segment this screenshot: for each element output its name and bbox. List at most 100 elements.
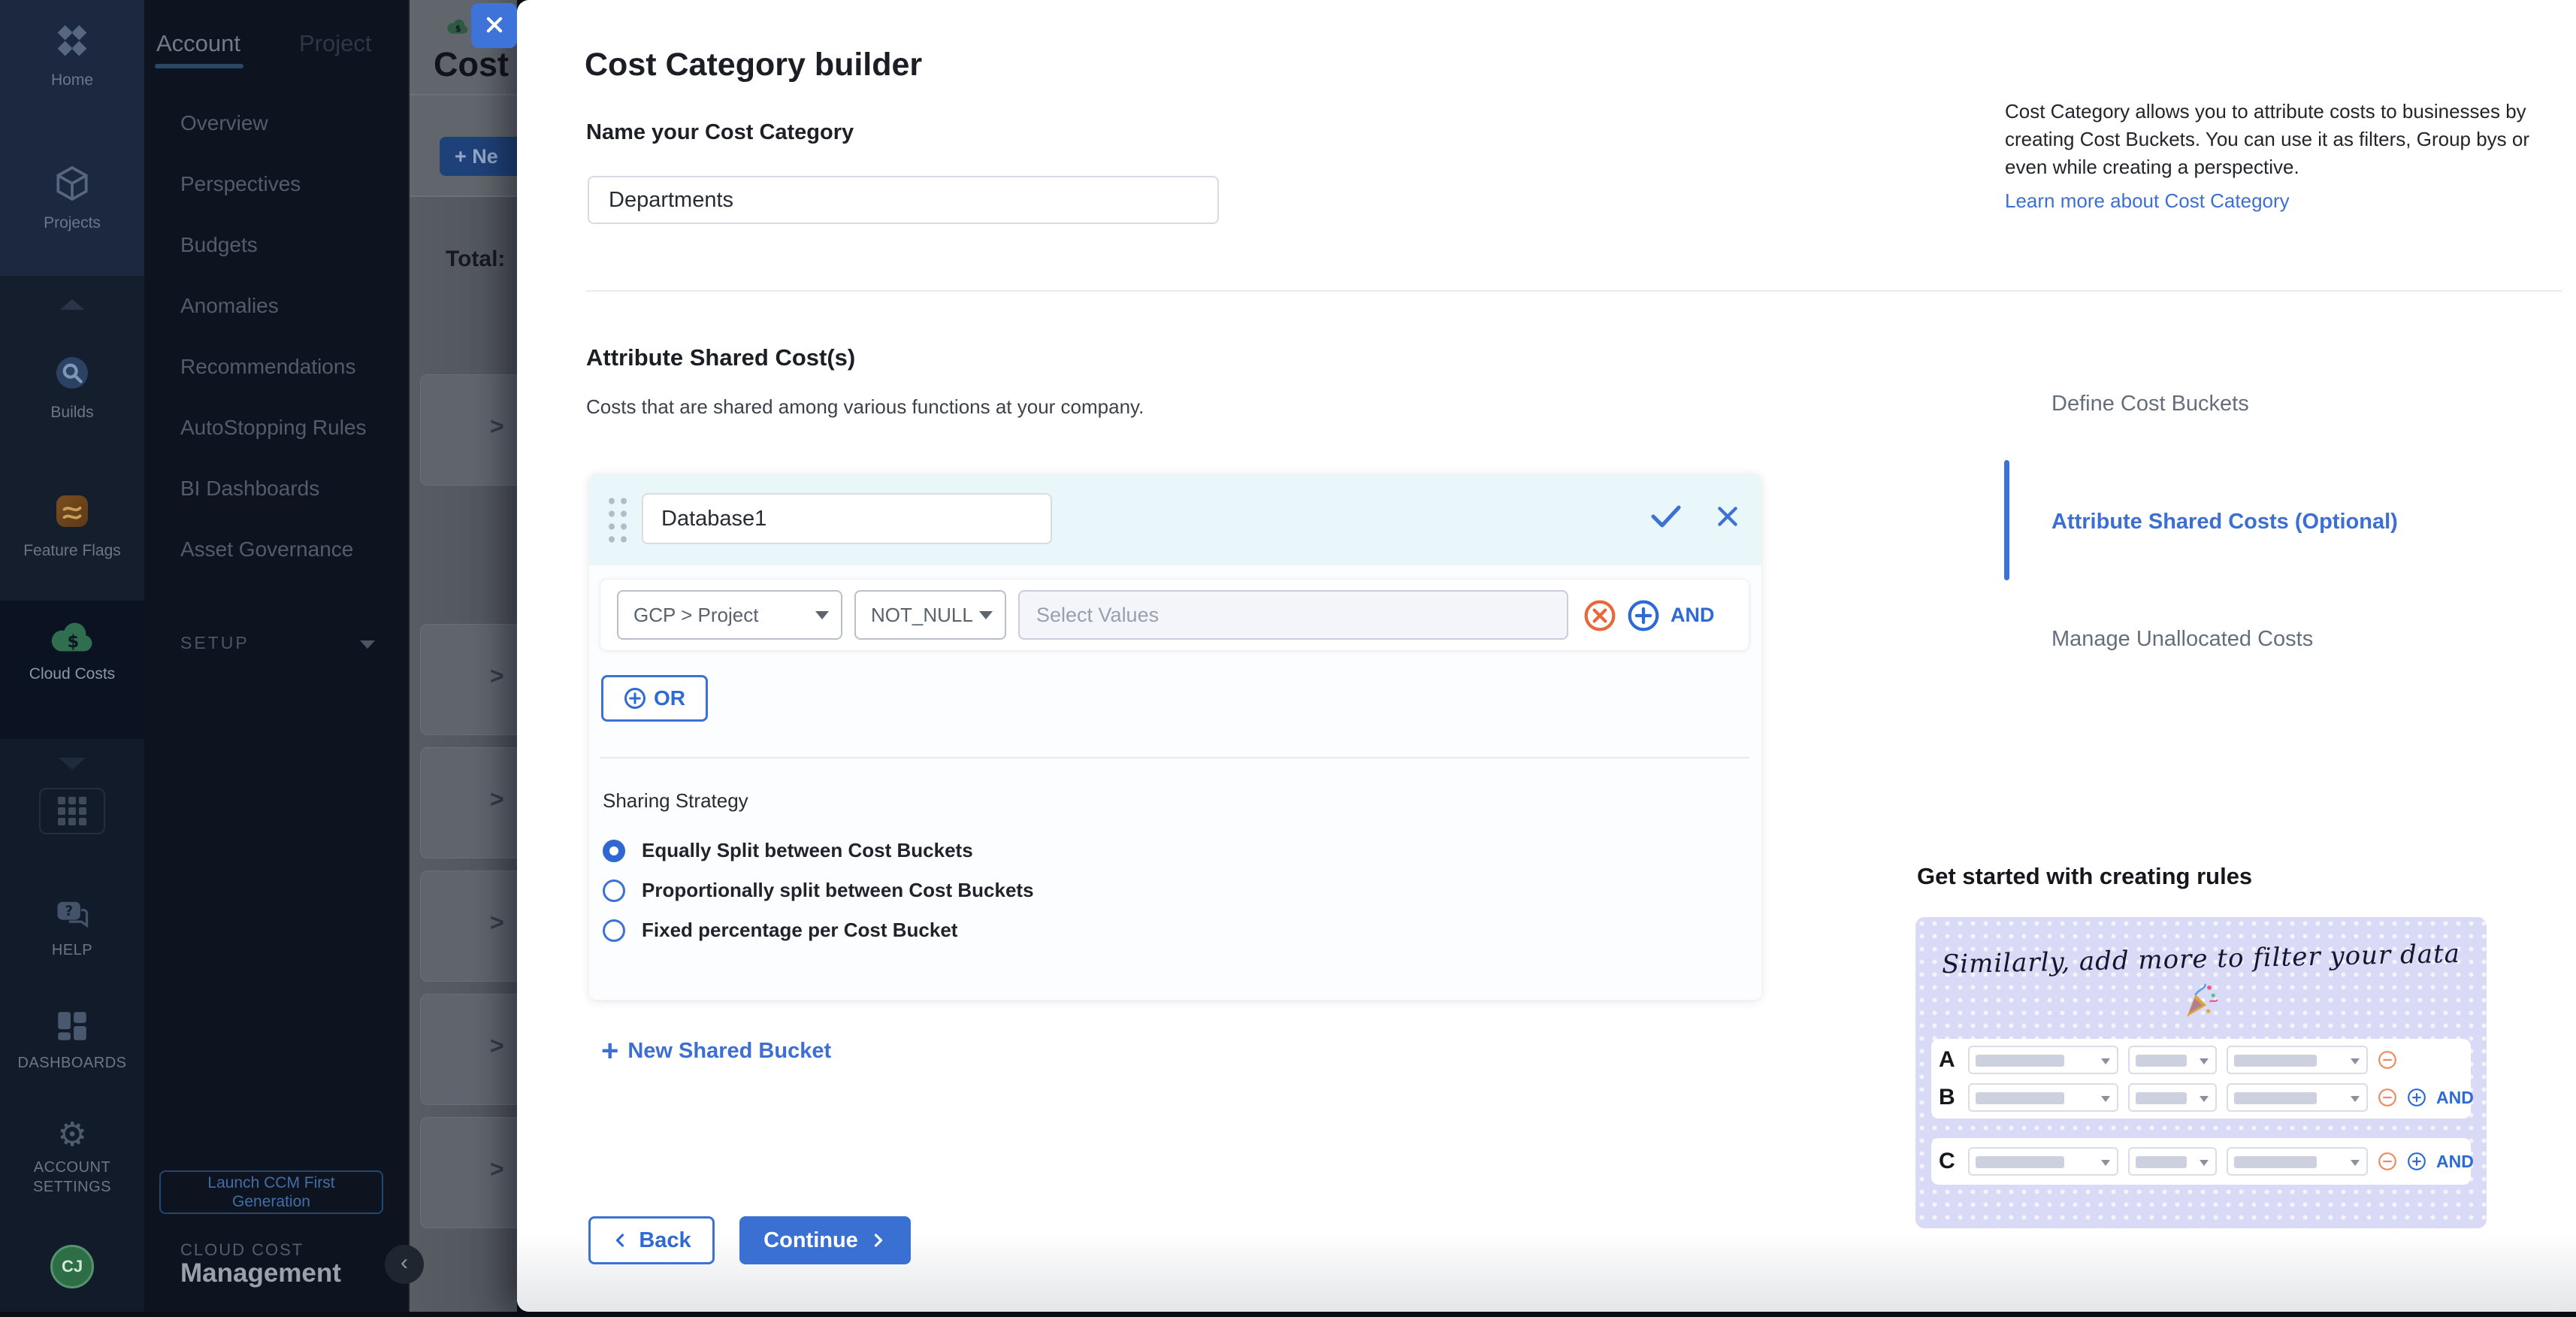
rail-scroll-up[interactable] <box>0 299 144 310</box>
table-row[interactable]: > <box>420 994 517 1105</box>
sidebar-collapse-button[interactable]: ‹ <box>385 1245 424 1284</box>
operator-select <box>2128 1046 2217 1074</box>
sidebar-section-setup[interactable]: SETUP <box>180 633 249 653</box>
check-icon <box>1650 504 1682 529</box>
remove-condition-button[interactable] <box>1583 599 1616 636</box>
app-root: Home Projects Builds <box>0 0 2576 1317</box>
remove-bucket-button[interactable] <box>1715 504 1740 533</box>
sidebar-item-budgets[interactable]: Budgets <box>180 233 258 257</box>
name-field-label: Name your Cost Category <box>586 120 854 145</box>
sidebar-item-autostopping-rules[interactable]: AutoStopping Rules <box>180 416 367 440</box>
operator-select[interactable]: NOT_NULL <box>854 590 1006 640</box>
dashboards-icon <box>53 1035 91 1048</box>
party-popper-icon <box>2180 982 2219 1025</box>
drawer-close-button[interactable] <box>471 3 517 48</box>
cost-category-name-input[interactable] <box>588 176 1219 224</box>
sidebar-item-anomalies[interactable]: Anomalies <box>180 294 279 318</box>
sidebar-item-feature-flags[interactable]: Feature Flags <box>0 490 144 560</box>
chevron-right-icon: > <box>490 909 504 937</box>
dimension-select <box>1968 1083 2118 1112</box>
chevron-right-icon: > <box>490 1032 504 1060</box>
user-avatar[interactable]: CJ <box>0 1245 144 1288</box>
sidebar-item-builds[interactable]: Builds <box>0 352 144 422</box>
sidebar-item-overview[interactable]: Overview <box>180 111 268 135</box>
shared-costs-heading: Attribute Shared Cost(s) <box>586 344 855 371</box>
sidebar-item-bi-dashboards[interactable]: BI Dashboards <box>180 477 319 501</box>
sidebar-item-projects[interactable]: Projects <box>0 162 144 232</box>
home-icon <box>51 52 93 65</box>
tab-project[interactable]: Project <box>299 30 371 57</box>
chevron-down-icon <box>360 640 375 649</box>
card-divider <box>600 757 1749 758</box>
operator-select-value: NOT_NULL <box>871 604 973 627</box>
svg-text:$: $ <box>455 23 461 34</box>
feature-flags-icon <box>51 522 93 535</box>
section-divider <box>586 290 2562 292</box>
sidebar-item-cloud-costs[interactable]: $ Cloud Costs <box>0 621 144 683</box>
drag-handle-icon[interactable] <box>606 495 630 544</box>
tab-account[interactable]: Account <box>156 30 240 57</box>
module-picker-button[interactable] <box>39 788 105 834</box>
sidebar-item-account-settings[interactable]: ⚙ ACCOUNT SETTINGS <box>0 1117 144 1197</box>
dimension-select[interactable]: GCP > Project <box>617 590 842 640</box>
learn-more-link[interactable]: Learn more about Cost Category <box>2005 187 2290 215</box>
values-input[interactable] <box>1018 590 1568 640</box>
table-row[interactable]: > <box>420 1117 517 1228</box>
sidebar-item-recommendations[interactable]: Recommendations <box>180 355 355 379</box>
about-cost-category: Cost Category allows you to attribute co… <box>2005 98 2535 215</box>
cloud-costs-mini-icon: $ <box>446 18 470 40</box>
add-and-condition-button[interactable] <box>1627 599 1660 636</box>
stepper-manage-unallocated-costs[interactable]: Manage Unallocated Costs <box>2051 627 2313 652</box>
values-select <box>2227 1147 2368 1176</box>
sidebar-item-dashboards[interactable]: DASHBOARDS <box>0 1007 144 1072</box>
svg-text:$: $ <box>67 632 79 652</box>
table-row[interactable]: > <box>420 747 517 858</box>
operator-select <box>2128 1083 2217 1112</box>
help-icon: ? <box>53 922 92 935</box>
circle-plus-icon <box>2407 1152 2426 1171</box>
background-page: $ Cost + Ne Total: > > > > > > <box>410 0 517 1312</box>
table-row[interactable]: > <box>420 870 517 982</box>
chevron-left-icon <box>612 1231 630 1249</box>
sidebar-item-label: Projects <box>0 214 144 232</box>
confirm-bucket-button[interactable] <box>1650 504 1682 533</box>
radio-proportionally-split[interactable]: Proportionally split between Cost Bucket… <box>603 879 1034 902</box>
dimension-select-value: GCP > Project <box>633 604 758 627</box>
add-or-condition-button[interactable]: OR <box>601 675 708 722</box>
header-divider <box>410 94 517 95</box>
and-label[interactable]: AND <box>1670 604 1715 627</box>
page-bottom-edge <box>0 1312 2576 1317</box>
projects-icon <box>51 195 93 207</box>
bucket-name-input[interactable] <box>642 493 1052 544</box>
example-rule-row: C AND <box>1939 1145 2474 1178</box>
close-icon <box>1715 504 1740 529</box>
handwritten-caption: Similarly, add more to filter your data <box>1915 938 2487 980</box>
continue-button[interactable]: Continue <box>739 1216 911 1264</box>
new-cost-category-button[interactable]: + Ne <box>440 137 517 176</box>
stepper-attribute-shared-costs[interactable]: Attribute Shared Costs (Optional) <box>2051 510 2398 534</box>
grid-icon <box>58 797 86 825</box>
radio-icon <box>603 919 625 942</box>
sidebar-item-perspectives[interactable]: Perspectives <box>180 172 301 196</box>
chevron-down-icon <box>979 611 993 619</box>
radio-equally-split[interactable]: Equally Split between Cost Buckets <box>603 839 973 862</box>
sidebar-item-help[interactable]: ? HELP <box>0 896 144 959</box>
shared-costs-subheading: Costs that are shared among various func… <box>586 395 1144 419</box>
sidebar-item-label: Home <box>0 71 144 89</box>
circle-plus-icon <box>2407 1088 2426 1107</box>
filter-rule-row: GCP > Project NOT_NULL AND <box>600 579 1749 651</box>
radio-fixed-percentage[interactable]: Fixed percentage per Cost Bucket <box>603 919 957 942</box>
sidebar-item-asset-governance[interactable]: Asset Governance <box>180 537 353 562</box>
table-row[interactable]: > <box>420 624 517 735</box>
sidebar-item-home[interactable]: Home <box>0 20 144 89</box>
about-text: Cost Category allows you to attribute co… <box>2005 100 2529 178</box>
stepper-define-cost-buckets[interactable]: Define Cost Buckets <box>2051 392 2249 416</box>
new-shared-bucket-button[interactable]: + New Shared Bucket <box>601 1036 831 1066</box>
rail-scroll-down[interactable] <box>0 758 144 770</box>
back-button[interactable]: Back <box>588 1216 715 1264</box>
chevron-right-icon <box>869 1231 887 1249</box>
sidebar-item-label: Cloud Costs <box>0 665 144 683</box>
table-row[interactable]: > <box>420 374 517 486</box>
launch-ccm-first-generation-button[interactable]: Launch CCM First Generation <box>159 1170 383 1214</box>
example-rule-row: B AND <box>1939 1081 2474 1114</box>
